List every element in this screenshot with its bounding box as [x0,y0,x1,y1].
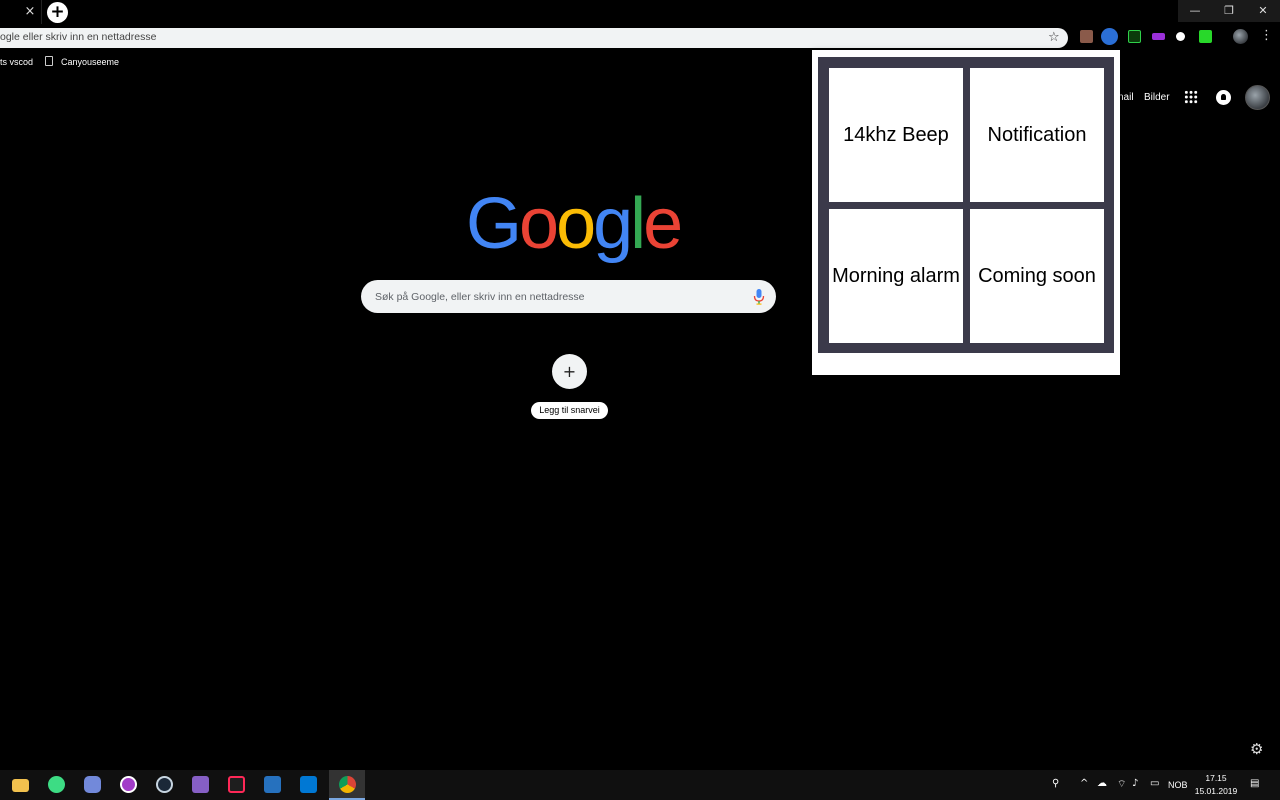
taskbar-steam[interactable] [146,770,182,800]
minimize-button[interactable]: — [1178,0,1212,22]
volume-icon[interactable]: ♪ [1132,778,1138,789]
clock-time: 17.15 [1205,773,1227,783]
bookmark-star-icon[interactable]: ☆ [1048,30,1060,45]
close-tab-icon[interactable]: × [22,4,38,20]
account-avatar[interactable] [1245,85,1270,110]
customize-gear-icon[interactable]: ⚙ [1250,740,1263,758]
beep-14khz-button[interactable]: 14khz Beep [829,68,963,202]
extension-puzzle-icon[interactable] [1101,28,1118,45]
bookmark-item[interactable]: Canyouseeme [61,57,119,67]
folder-icon [12,779,29,792]
android-studio-icon [48,776,65,793]
browser-tab[interactable]: × [0,0,42,24]
taskbar-discord[interactable] [74,770,110,800]
input-language[interactable]: NOB [1168,780,1188,790]
browser-menu-icon[interactable]: ⋮ [1260,28,1273,43]
microphone-icon[interactable] [752,288,766,306]
taskbar-intellij[interactable] [218,770,254,800]
clock-date: 15.01.2019 [1194,786,1238,796]
logo-letter: g [593,184,633,264]
search-box [361,280,776,313]
desktop: × + — ❐ ✕ ogle eller skriv inn en nettad… [0,0,1280,800]
taskbar-visual-studio[interactable] [182,770,218,800]
tab-strip: × + — ❐ ✕ [0,0,1280,24]
steam-icon [156,776,173,793]
address-bar[interactable]: ogle eller skriv inn en nettadresse ☆ [0,28,1068,48]
action-center-icon[interactable]: ▤ [1250,778,1259,789]
taskbar-powershell[interactable] [254,770,290,800]
apps-grid-icon[interactable] [1184,90,1198,104]
people-icon[interactable]: ⚲ [1052,778,1059,789]
notifications-icon[interactable] [1216,90,1231,105]
images-link[interactable]: Bilder [1144,92,1170,103]
notification-button[interactable]: Notification [970,68,1104,202]
taskbar-app-purple[interactable] [110,770,146,800]
taskbar-vscode[interactable] [290,770,326,800]
sound-button-grid: 14khz Beep Notification Morning alarm Co… [818,57,1114,353]
add-shortcut-label: Legg til snarvei [531,402,608,419]
bookmarks-bar: ts vscod Canyouseeme [0,52,812,72]
logo-letter: o [519,184,559,264]
intellij-icon [228,776,245,793]
bookmark-item[interactable]: ts vscod [0,57,33,67]
new-tab-button[interactable]: + [47,2,68,23]
extension-purple-icon[interactable] [1152,33,1165,40]
page-icon [45,56,53,66]
powershell-icon [264,776,281,793]
taskbar-file-explorer[interactable] [2,770,38,800]
search-input[interactable] [375,280,735,313]
extension-white-icon[interactable] [1176,32,1185,41]
battery-icon[interactable]: ▭ [1150,778,1159,789]
extension-avatar-icon[interactable] [1080,30,1093,43]
purple-app-icon [120,776,137,793]
google-logo: Google [466,184,683,264]
morning-alarm-button[interactable]: Morning alarm [829,209,963,343]
extension-green-icon[interactable] [1199,30,1212,43]
chrome-icon [339,776,356,793]
system-clock[interactable]: 17.15 15.01.2019 [1193,772,1239,798]
taskbar-android-studio[interactable] [38,770,74,800]
taskbar-chrome[interactable] [329,770,365,800]
logo-letter: o [556,184,596,264]
gmail-link[interactable]: nail [1118,92,1134,103]
onedrive-icon[interactable]: ☁ [1097,778,1107,789]
coming-soon-button[interactable]: Coming soon [970,209,1104,343]
address-bar-placeholder: ogle eller skriv inn en nettadresse [0,31,157,43]
vscode-icon [300,776,317,793]
tray-chevron-up-icon[interactable]: ^ [1080,778,1088,789]
logo-letter: l [630,184,646,264]
extension-popup: 14khz Beep Notification Morning alarm Co… [812,50,1120,375]
extension-braces-icon[interactable] [1128,30,1141,43]
profile-avatar-icon[interactable] [1233,29,1248,44]
logo-letter: G [466,184,522,264]
logo-letter: e [643,184,683,264]
discord-icon [84,776,101,793]
browser-toolbar: ogle eller skriv inn en nettadresse ☆ ⋮ [0,24,1280,50]
visual-studio-icon [192,776,209,793]
add-shortcut-button[interactable]: + [552,354,587,389]
taskbar: ⚲ ^ ☁ ⌔ ♪ ▭ NOB ▤ [0,770,1280,800]
network-icon[interactable]: ⌔ [1117,778,1126,791]
close-window-button[interactable]: ✕ [1246,0,1280,22]
maximize-button[interactable]: ❐ [1212,0,1246,22]
